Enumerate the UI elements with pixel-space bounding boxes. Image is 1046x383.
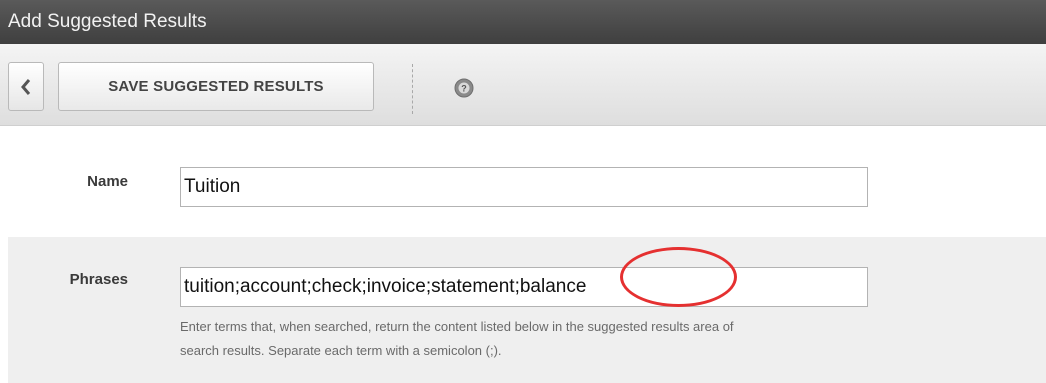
chevron-left-icon xyxy=(21,78,31,95)
help-icon[interactable]: ? xyxy=(454,78,474,98)
save-button-label: SAVE SUGGESTED RESULTS xyxy=(108,78,324,95)
window-title: Add Suggested Results xyxy=(8,11,207,32)
svg-text:?: ? xyxy=(461,84,467,94)
phrases-label: Phrases xyxy=(69,271,128,288)
toolbar-divider xyxy=(412,64,413,114)
save-suggested-results-button[interactable]: SAVE SUGGESTED RESULTS xyxy=(58,62,374,111)
phrases-help-text: Enter terms that, when searched, return … xyxy=(180,315,1046,363)
phrases-help-line-1: Enter terms that, when searched, return … xyxy=(180,319,734,334)
window-title-bar: Add Suggested Results xyxy=(0,0,1046,44)
phrases-row: Phrases Enter terms that, when searched,… xyxy=(8,237,1046,383)
phrases-help-line-2: search results. Separate each term with … xyxy=(180,343,502,358)
name-field[interactable] xyxy=(180,167,868,207)
name-row: Name xyxy=(8,145,1046,237)
back-button[interactable] xyxy=(8,62,44,111)
phrases-field[interactable] xyxy=(180,267,868,307)
name-label: Name xyxy=(87,173,128,190)
toolbar: SAVE SUGGESTED RESULTS ? xyxy=(0,44,1046,126)
